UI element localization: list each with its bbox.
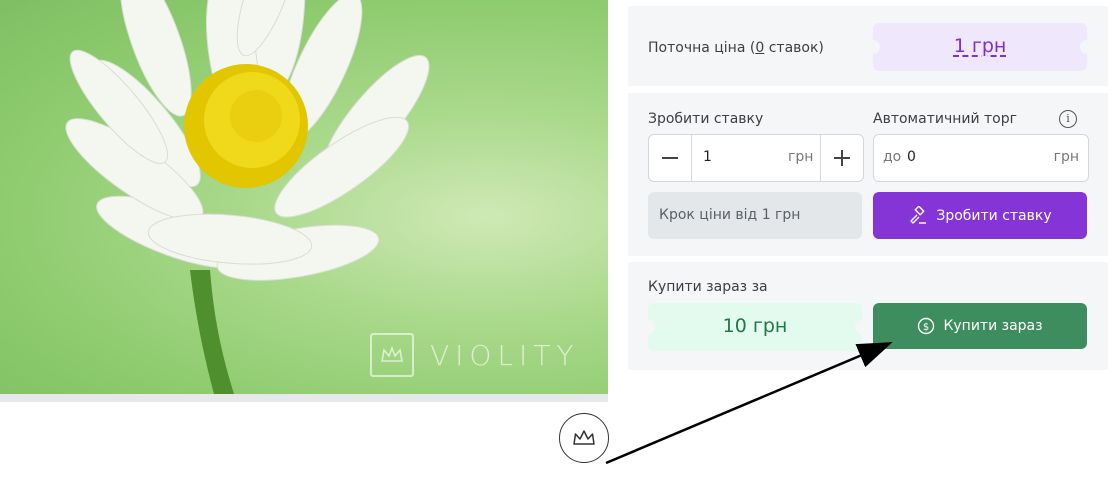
buy-now-button[interactable]: $ Купити зараз: [873, 303, 1087, 349]
price-step-hint: Крок ціни від 1 грн: [648, 192, 862, 239]
buy-now-price-ticket: 10 грн: [641, 303, 869, 351]
auto-bid-value[interactable]: 0: [907, 149, 916, 165]
bid-label: Зробити ставку: [648, 111, 764, 127]
lot-photo[interactable]: VIOLITY: [0, 0, 608, 394]
current-price-value[interactable]: 1 грн: [873, 35, 1087, 57]
current-price-label: Поточна ціна (0 ставок): [648, 40, 824, 56]
svg-text:$: $: [923, 322, 929, 333]
dollar-coin-icon: $: [918, 317, 935, 335]
bid-amount-stepper: 1 грн: [648, 134, 864, 182]
decrement-button[interactable]: [649, 135, 692, 181]
auto-bid-prefix: до: [883, 149, 902, 165]
gavel-icon: [910, 205, 927, 224]
bid-count-link[interactable]: 0: [755, 40, 764, 56]
buy-now-panel: Купити зараз за 10 грн $ Купити зараз: [628, 262, 1108, 370]
crown-icon: [370, 333, 414, 377]
auto-bid-label: Автоматичний торг: [873, 111, 1017, 127]
place-bid-label: Зробити ставку: [936, 207, 1052, 224]
auto-bid-input[interactable]: до 0 грн: [873, 134, 1089, 182]
violity-watermark: VIOLITY: [370, 333, 598, 379]
current-price-label-suffix: ставок): [764, 40, 824, 56]
current-price-ticket[interactable]: 1 грн: [866, 23, 1094, 71]
auto-bid-currency: грн: [1053, 149, 1079, 165]
buy-now-label: Купити зараз за: [648, 279, 768, 295]
crown-icon: [573, 430, 595, 445]
bid-currency: грн: [788, 149, 814, 165]
place-bid-button[interactable]: Зробити ставку: [873, 192, 1087, 239]
bid-amount-input[interactable]: 1: [703, 149, 712, 165]
photo-bottom-strip: [0, 394, 608, 402]
watermark-text: VIOLITY: [430, 339, 580, 372]
plus-icon: [834, 150, 850, 166]
current-price-panel: Поточна ціна (0 ставок) 1 грн: [628, 6, 1108, 86]
increment-button[interactable]: [820, 135, 863, 181]
minus-icon: [662, 157, 678, 159]
bid-panel: Зробити ставку Автоматичний торг i 1 грн…: [628, 93, 1108, 256]
buy-now-price: 10 грн: [722, 315, 788, 337]
current-price-label-text: Поточна ціна (: [648, 40, 756, 56]
crown-button[interactable]: [559, 413, 609, 463]
price-step-text: Крок ціни від 1 грн: [659, 207, 801, 223]
buy-now-button-label: Купити зараз: [943, 318, 1043, 334]
info-icon[interactable]: i: [1059, 110, 1077, 128]
